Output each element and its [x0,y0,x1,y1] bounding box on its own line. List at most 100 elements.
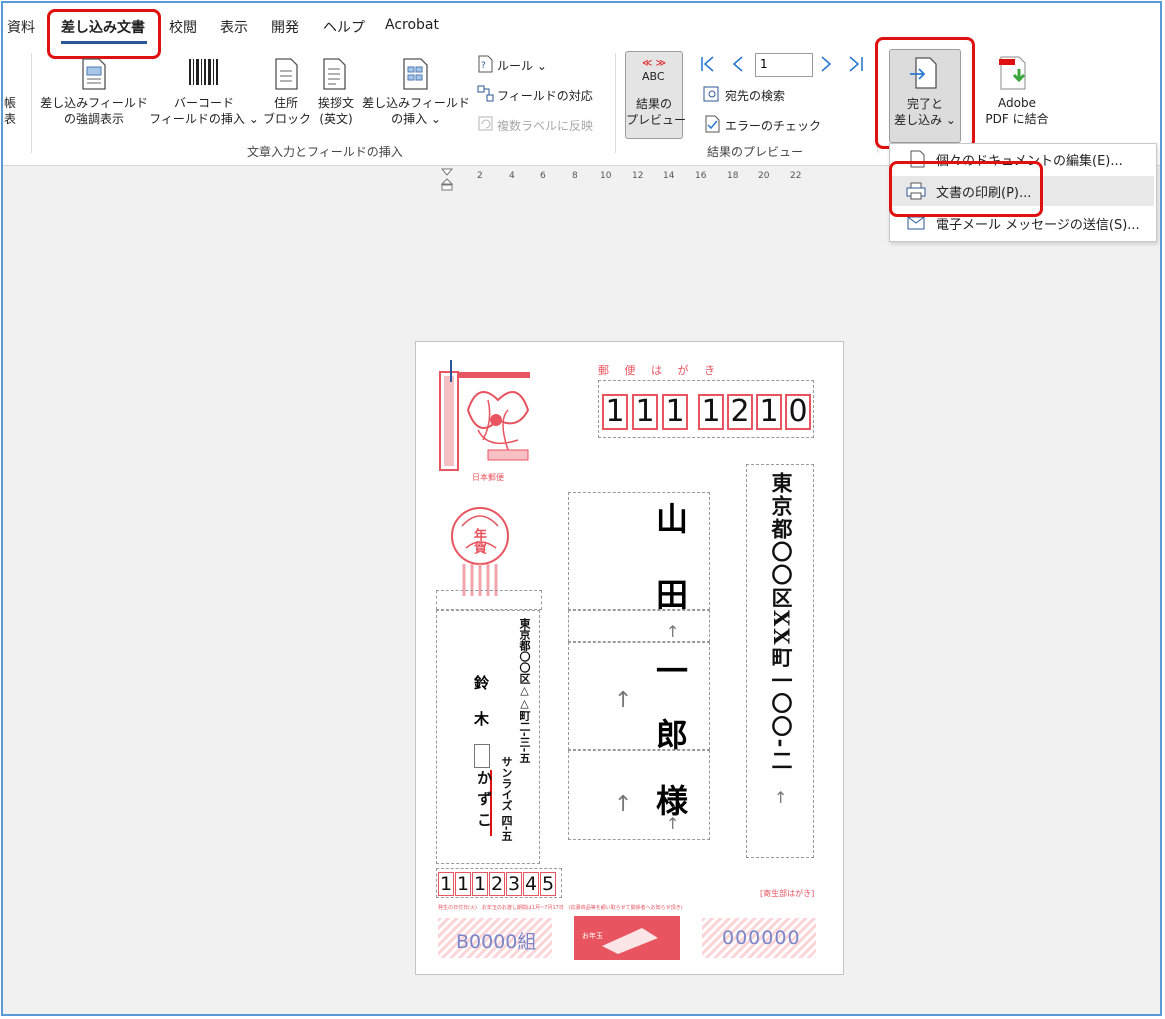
zip-digit: 1 [632,394,658,430]
tab-view[interactable]: 表示 [220,17,248,37]
text-cursor [450,360,452,382]
recipient-address: 東京都〇〇区XX町一〇〇-二 [769,472,794,773]
sender-building: サンライズ 四-五 [500,756,513,842]
horizontal-ruler: 2 4 6 8 10 12 14 16 18 20 22 [440,167,810,191]
fan-icon: お年玉 [582,928,658,954]
rules-icon: ? [478,55,493,73]
adobe-merge-button[interactable]: Adobe PDF に結合 [977,95,1057,127]
tab-review[interactable]: 校閲 [169,17,197,37]
record-number-input[interactable]: 1 [755,53,813,77]
sender-zip-digit: 3 [506,872,522,896]
recipient-name-frame [568,610,710,642]
insert-merge-field-icon [403,58,428,90]
preview-results-button[interactable]: ≪ ≫ ABC 結果の プレビュー [625,51,687,139]
fine-print: 発生の日付日(火) お年玉のお渡し期間は1月~7月17日 (応募商品等を顧い取ら… [438,905,683,911]
tab-acrobat[interactable]: Acrobat [385,17,439,33]
sender-name-char: 鈴 [474,674,490,692]
postcard-page[interactable]: 郵 便 は が き 1 1 1 1 2 1 0 日本郵便 年賀 東京都〇〇区XX… [415,341,844,975]
ribbon-tabs: 資料 差し込み文書 校閲 表示 開発 ヘルプ Acrobat [3,3,1160,44]
ruler-tick: 2 [477,171,483,181]
zip-digit: 0 [785,394,811,430]
highlight-fields-button[interactable]: 差し込みフィールド の強調表示 [39,95,149,127]
highlight-tab-box [47,9,161,59]
match-fields-button[interactable]: フィールドの対応 [497,87,593,104]
highlight-fields-icon [82,58,106,90]
empty-field-box [474,744,490,768]
lottery-group-box: B0000組 [438,918,552,958]
next-record-icon[interactable] [819,55,833,73]
zip-digit: 1 [698,394,724,430]
tab-developer[interactable]: 開発 [271,17,299,37]
postcard-header: 郵 便 は が き [598,364,721,377]
match-fields-icon [477,85,494,102]
partial-button-label[interactable]: 帳 表 [3,95,19,127]
highlight-print-box [889,161,1043,217]
group-preview-label: 結果のプレビュー [707,145,804,159]
svg-text:?: ? [481,61,486,71]
group-separator [615,53,616,153]
sender-given-name: かずこ [475,770,493,833]
abc-label: ABC [642,70,665,83]
zip-digit: 1 [662,394,688,430]
recipient-name-char: 一 [656,652,689,690]
insert-merge-field-button[interactable]: 差し込みフィールド の挿入 ⌄ [361,95,471,127]
last-record-icon[interactable] [847,55,865,73]
ruler-tick: 10 [600,171,612,181]
recipient-name-char: 田 [656,576,689,614]
lottery-number: 000000 [722,927,801,949]
zip-digit: 1 [756,394,782,430]
paragraph-mark: ↑ [614,792,633,817]
preview-arrows-icon: ≪ ≫ [642,58,666,68]
sender-zip-digit: 1 [455,872,471,896]
indent-marker-icon[interactable] [440,167,454,191]
sender-address: 東京都〇〇区△△町二-三-五 [518,618,531,764]
find-recipient-icon [703,86,719,102]
preview-results-label: 結果の プレビュー [626,97,687,127]
check-errors-button[interactable]: エラーのチェック [725,117,821,134]
tab-references[interactable]: 資料 [7,17,35,37]
adobe-pdf-icon [999,56,1026,90]
rules-button[interactable]: ルール ⌄ [497,57,547,74]
sender-name-char: 木 [474,710,490,728]
sender-zip-digit: 5 [540,872,556,896]
ruler-tick: 22 [790,171,802,181]
tab-help[interactable]: ヘルプ [323,17,365,37]
highlight-finish-box [875,37,975,149]
first-record-icon[interactable] [699,55,715,73]
paragraph-mark: ↑ [774,788,788,807]
zip-digit: 1 [602,394,628,430]
ruler-tick: 18 [727,171,739,181]
recipient-name-char: 山 [656,500,689,538]
recipient-name-frame [568,492,710,610]
address-block-icon [275,58,298,90]
recipient-name-char: 郎 [656,716,689,754]
ruler-tick: 16 [695,171,707,181]
paragraph-mark: ↑ [614,688,633,713]
word-window: 資料 差し込み文書 校閲 表示 開発 ヘルプ Acrobat 帳 表 差し込みフ… [1,1,1162,1016]
address-block-button[interactable]: 住所 ブロック [263,95,311,127]
greeting-line-button[interactable]: 挨拶文 (英文) [311,95,361,127]
ruler-tick: 6 [540,171,546,181]
check-errors-icon [705,115,720,133]
barcode-field-button[interactable]: バーコード フィールドの挿入 ⌄ [149,95,259,127]
paragraph-mark: ↑ [666,622,680,641]
update-labels-icon [478,116,493,131]
ruler-tick: 14 [663,171,675,181]
update-labels-button[interactable]: 複数ラベルに反映 [497,117,593,134]
zip-digit: 2 [727,394,753,430]
group-write-insert-label: 文章入力とフィールドの挿入 [247,145,403,159]
greeting-line-icon [323,58,346,90]
ribbon: 資料 差し込み文書 校閲 表示 開発 ヘルプ Acrobat 帳 表 差し込みフ… [3,3,1160,166]
previous-record-icon[interactable] [731,55,745,73]
lottery-group: B0000組 [456,931,537,953]
sender-zip-digit: 1 [438,872,454,896]
ruler-tick: 20 [758,171,770,181]
recipient-name-frame [568,750,710,840]
find-recipient-button[interactable]: 宛先の検索 [725,87,785,104]
group-separator [31,53,32,153]
paragraph-mark: ↑ [666,814,680,833]
otoshidama-emblem: お年玉 [574,916,680,960]
stamp-illustration [439,371,530,471]
sender-zip-digit: 1 [472,872,488,896]
sender-zip-digit: 2 [489,872,505,896]
